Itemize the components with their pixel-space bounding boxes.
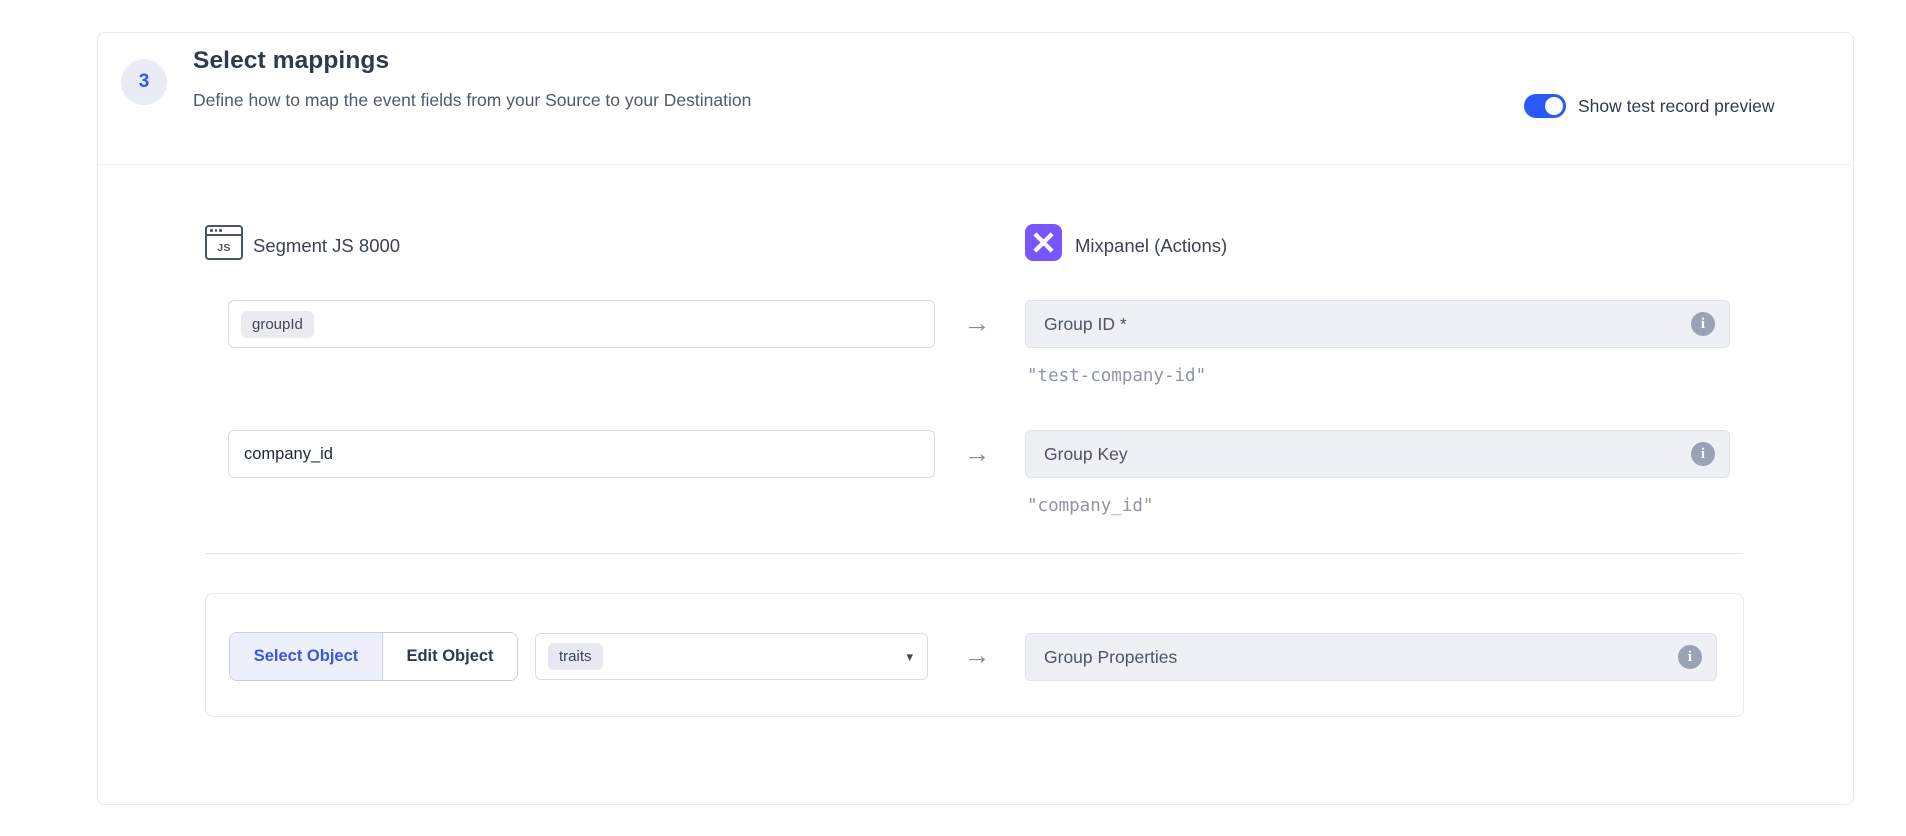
- source-browser-js-icon: JS: [205, 225, 243, 260]
- destination-field-group-key: Group Key i: [1025, 430, 1730, 478]
- js-icon-text: JS: [207, 238, 241, 258]
- mixpanel-logo-glyph: [1033, 232, 1054, 253]
- source-field-input-groupid[interactable]: groupId: [228, 300, 935, 348]
- source-input-value: company_id: [241, 445, 333, 464]
- show-test-record-toggle[interactable]: [1524, 94, 1566, 118]
- page: 3 Select mappings Define how to map the …: [0, 0, 1906, 836]
- browser-dots: [210, 229, 222, 232]
- destination-field-group-id: Group ID * i: [1025, 300, 1730, 348]
- info-icon[interactable]: i: [1678, 645, 1702, 669]
- header-divider: [98, 164, 1851, 165]
- toggle-label: Show test record preview: [1578, 94, 1774, 118]
- arrow-right-icon: →: [957, 640, 997, 671]
- source-token-chip[interactable]: groupId: [241, 311, 314, 338]
- arrow-right-icon: →: [957, 308, 997, 339]
- object-mode-button-group: Select Object Edit Object: [229, 632, 518, 681]
- source-name: Segment JS 8000: [253, 228, 400, 264]
- page-subtitle: Define how to map the event fields from …: [193, 90, 751, 111]
- destination-field-label: Group Key: [1044, 444, 1691, 465]
- test-record-preview-value: "test-company-id": [1027, 366, 1206, 386]
- chevron-down-icon: ▾: [906, 649, 913, 665]
- arrow-right-icon: →: [957, 438, 997, 469]
- destination-field-label: Group ID *: [1044, 314, 1691, 335]
- test-record-preview-value: "company_id": [1027, 496, 1153, 516]
- dropdown-token-chip[interactable]: traits: [548, 643, 603, 670]
- select-object-button[interactable]: Select Object: [230, 633, 383, 680]
- toggle-knob: [1545, 97, 1563, 115]
- source-field-input-company-id[interactable]: company_id: [228, 430, 935, 478]
- step-number-badge: 3: [121, 59, 167, 105]
- destination-name: Mixpanel (Actions): [1075, 228, 1227, 264]
- edit-object-button[interactable]: Edit Object: [383, 633, 517, 680]
- object-source-dropdown[interactable]: traits ▾: [535, 633, 928, 680]
- info-icon[interactable]: i: [1691, 312, 1715, 336]
- section-divider: [205, 553, 1742, 554]
- info-icon[interactable]: i: [1691, 442, 1715, 466]
- page-title: Select mappings: [193, 47, 389, 75]
- destination-field-label: Group Properties: [1044, 647, 1678, 668]
- destination-field-group-properties: Group Properties i: [1025, 633, 1717, 681]
- mixpanel-icon: [1025, 224, 1062, 261]
